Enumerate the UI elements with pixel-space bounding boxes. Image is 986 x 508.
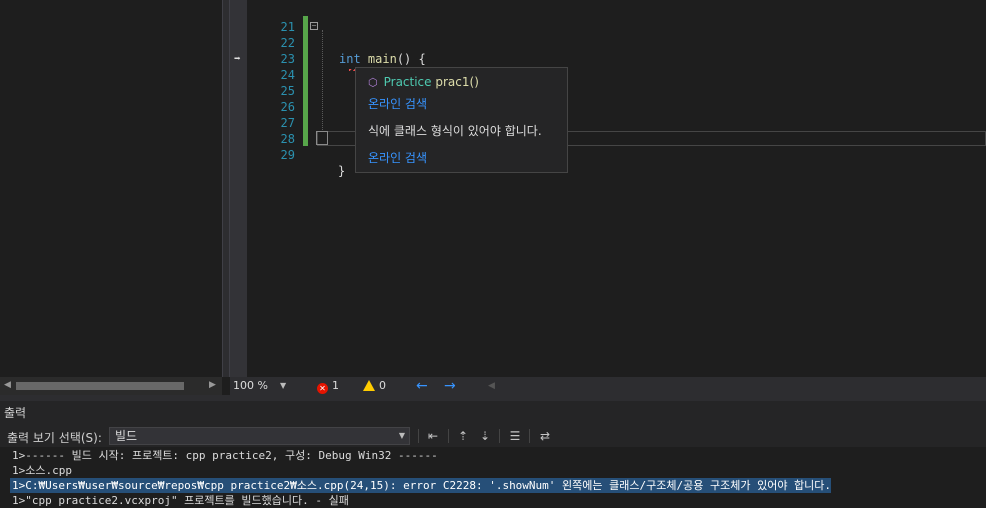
code-line[interactable]: 21	[247, 3, 986, 34]
code-line[interactable]: 24 prac1.showNum();	[247, 51, 986, 98]
left-horizontal-scrollbar[interactable]: ◀ ▶	[0, 377, 222, 395]
cube-icon: ⬡	[368, 76, 378, 89]
panel-splitter[interactable]	[222, 0, 230, 377]
error-message: 식에 클래스 형식이 있어야 합니다.	[368, 124, 542, 138]
navigate-forward-icon[interactable]: →	[444, 377, 456, 395]
output-line-selected[interactable]: 1>C:₩Users₩user₩source₩repos₩cpp practic…	[10, 478, 832, 493]
toolbar-separator	[529, 429, 530, 443]
search-online-link[interactable]: 온라인 검색	[368, 95, 427, 112]
execution-pointer-icon: ➡	[234, 52, 241, 65]
navigate-backward-icon[interactable]: ←	[416, 377, 428, 395]
zoom-dropdown[interactable]: 100 % ▼	[230, 377, 293, 395]
output-window: 출력 출력 보기 선택(S): 빌드 ▼ ⇤ ⇡ ⇣ ☰ ⇄ 1>------ 빌…	[0, 401, 986, 507]
output-title: 출력	[4, 406, 27, 420]
warning-count-indicator[interactable]: 0	[363, 377, 386, 395]
solution-explorer-panel	[0, 0, 222, 377]
output-toolbar: 출력 보기 선택(S): 빌드 ▼ ⇤ ⇡ ⇣ ☰ ⇄	[0, 425, 986, 447]
word-wrap-icon[interactable]: ⇄	[537, 428, 553, 444]
brace-match-highlight	[316, 131, 328, 145]
chevron-down-icon: ▼	[398, 431, 405, 440]
quick-info-tooltip: ⬡ Practice prac1() 온라인 검색 식에 클래스 형식이 있어야 …	[355, 67, 568, 173]
editor-status-bar: 100 % ▼ ✕ 1 0 ← → ◀	[230, 377, 986, 395]
code-editor[interactable]: ➡ 21 22 int main() { 23 Practice prac1()…	[230, 0, 986, 377]
toolbar-separator	[499, 429, 500, 443]
scrollbar-thumb[interactable]	[16, 382, 184, 390]
toolbar-separator	[418, 429, 419, 443]
chevron-down-icon: ▼	[280, 381, 287, 390]
change-indicator-bar	[303, 16, 308, 146]
scroll-left-icon[interactable]: ◀	[488, 377, 495, 395]
search-online-link[interactable]: 온라인 검색	[368, 149, 427, 166]
error-count-indicator[interactable]: ✕ 1	[317, 377, 339, 395]
indent-guide	[322, 30, 323, 130]
go-to-message-icon[interactable]: ⇤	[425, 428, 441, 444]
code-line[interactable]: 23 Practice prac1();	[247, 35, 986, 82]
output-line: 1>------ 빌드 시작: 프로젝트: cpp practice2, 구성:…	[12, 449, 438, 462]
next-message-icon[interactable]: ⇣	[477, 428, 493, 444]
line-number: 29	[280, 148, 295, 162]
error-icon: ✕	[317, 383, 328, 394]
warning-icon	[363, 380, 375, 391]
tooltip-signature: ⬡ Practice prac1()	[368, 75, 479, 89]
code-line[interactable]: 22 int main() {	[247, 19, 986, 66]
output-source-label: 출력 보기 선택(S):	[7, 431, 102, 445]
toolbar-separator	[448, 429, 449, 443]
glyph-margin[interactable]: ➡	[230, 0, 247, 377]
scroll-right-icon[interactable]: ▶	[209, 380, 216, 390]
code-text: }	[338, 164, 346, 178]
clear-all-icon[interactable]: ☰	[507, 428, 523, 444]
scroll-left-icon[interactable]: ◀	[4, 380, 11, 390]
output-source-select[interactable]: 빌드 ▼	[109, 427, 410, 445]
output-line: 1>"cpp practice2.vcxproj" 프로젝트를 빌드했습니다. …	[12, 494, 349, 507]
previous-message-icon[interactable]: ⇡	[455, 428, 471, 444]
collapse-icon[interactable]: −	[310, 22, 318, 30]
output-line: 1>소스.cpp	[12, 464, 72, 477]
output-text-area[interactable]: 1>------ 빌드 시작: 프로젝트: cpp practice2, 구성:…	[0, 447, 986, 507]
